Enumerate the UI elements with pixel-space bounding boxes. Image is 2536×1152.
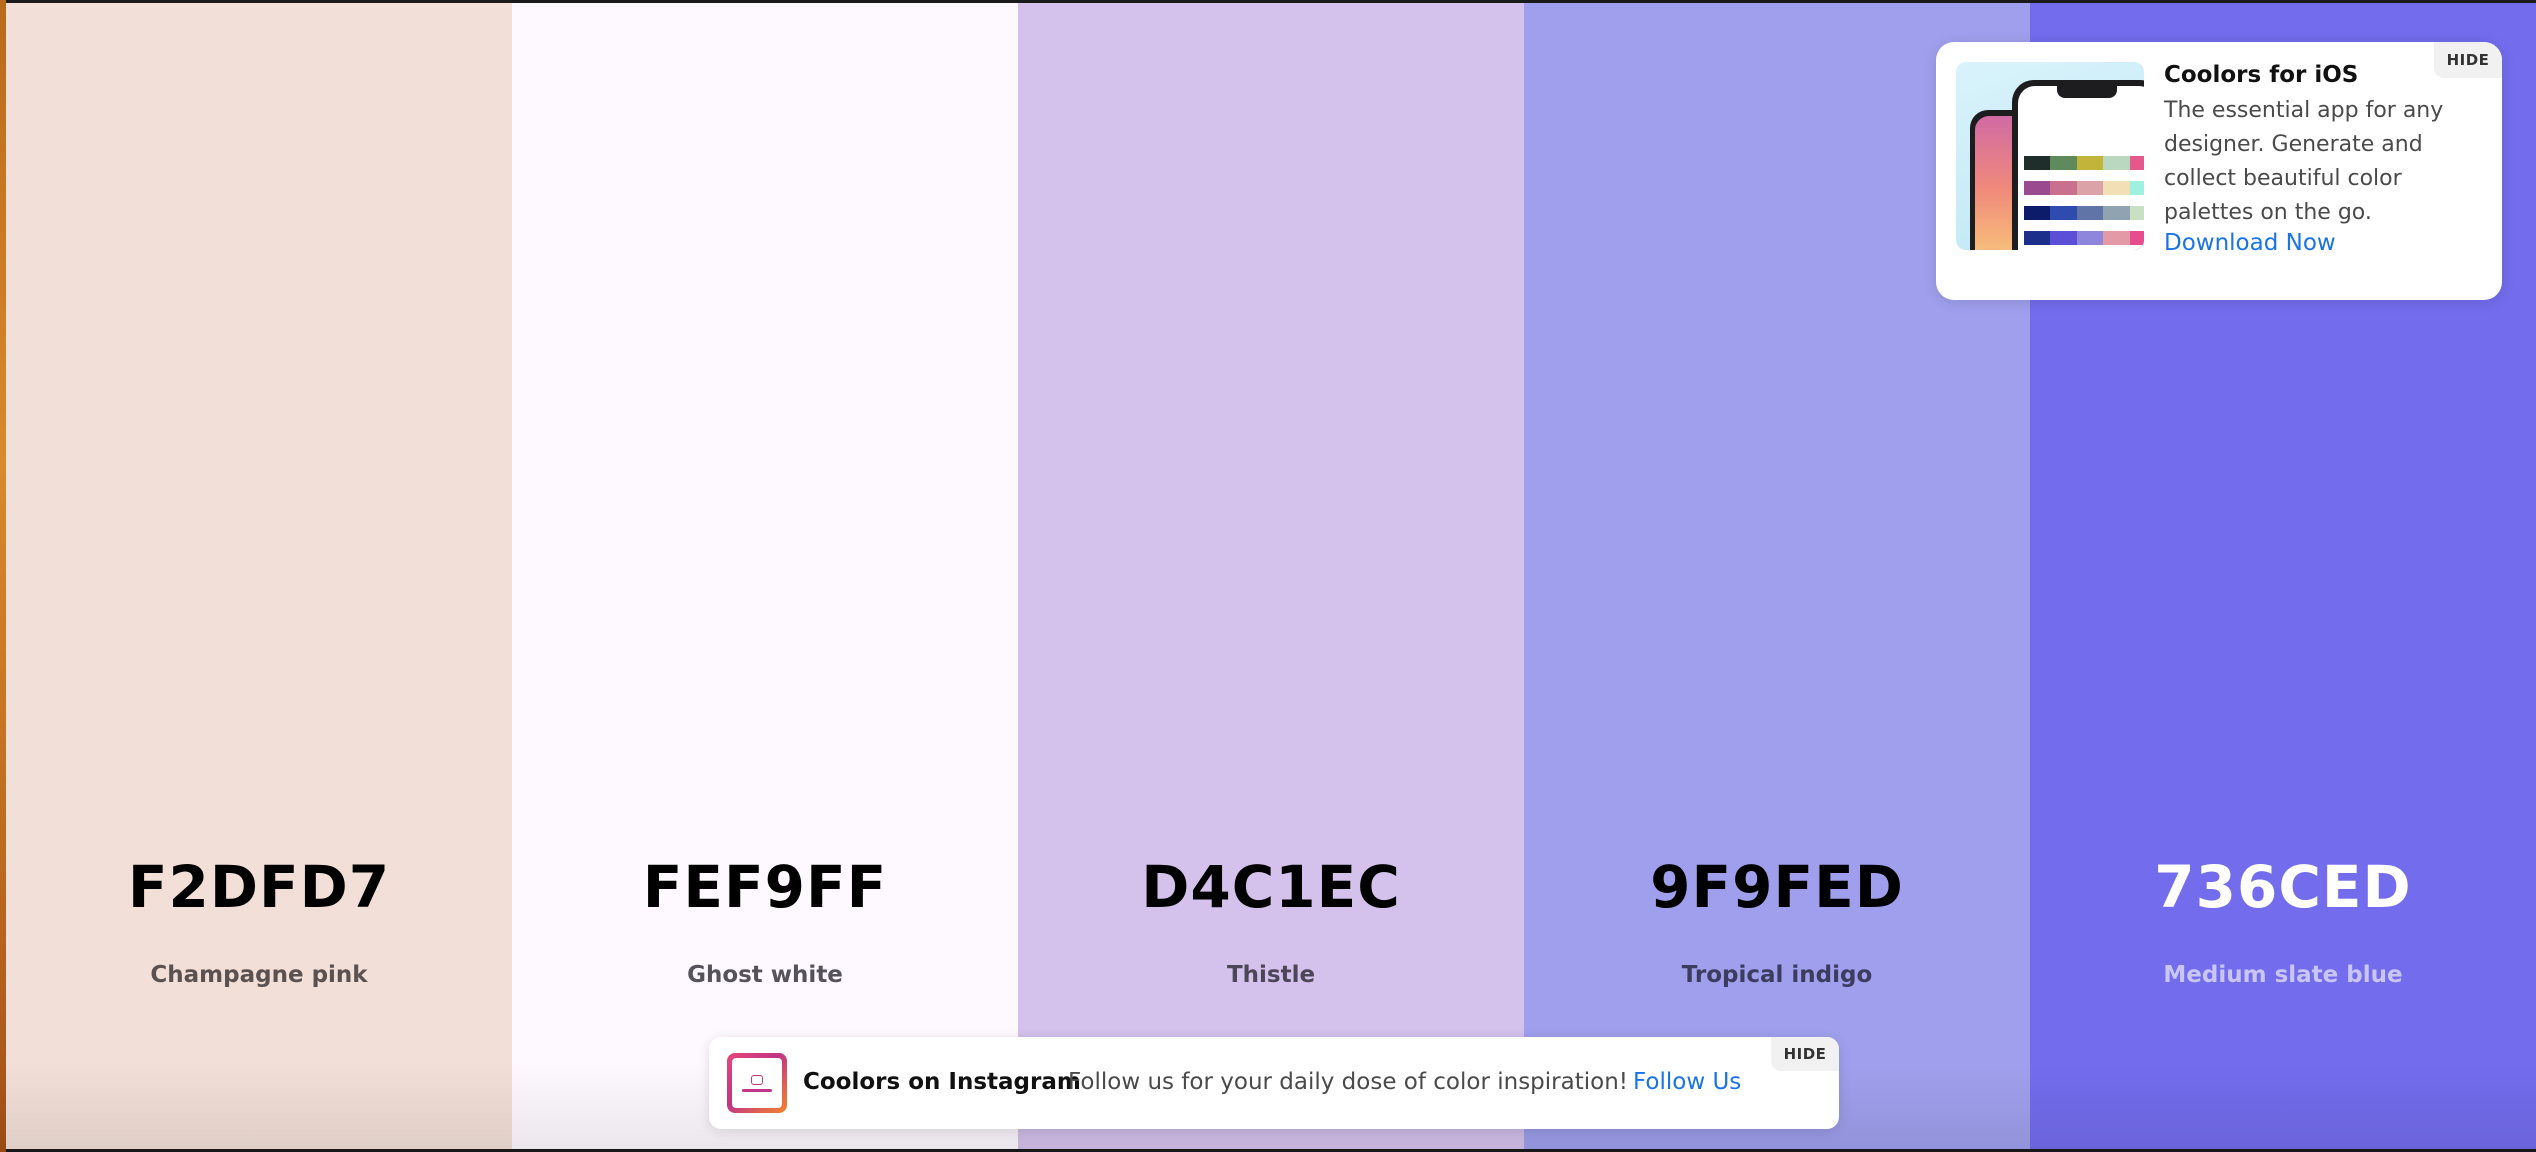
swatch-hex-code[interactable]: 736CED	[2030, 853, 2536, 921]
swatch-color-name: Tropical indigo	[1681, 962, 1873, 988]
swatch-2[interactable]: FEF9FF Ghost white	[512, 3, 1018, 1149]
instagram-promo-text: Follow us for your daily dose of color i…	[1068, 1069, 1628, 1095]
swatch-hex-code[interactable]: 9F9FED	[1524, 853, 2030, 921]
ios-app-preview-image[interactable]	[1956, 62, 2144, 250]
ios-app-promo-card: Coolors for iOS The essential app for an…	[1936, 42, 2502, 300]
download-now-link[interactable]: Download Now	[2164, 230, 2336, 256]
instagram-logo-icon[interactable]	[727, 1053, 787, 1113]
swatch-color-name: Thistle	[1226, 962, 1316, 988]
swatch-hex-code[interactable]: D4C1EC	[1018, 853, 1524, 921]
instagram-promo-title: Coolors on Instagram	[803, 1069, 1081, 1095]
hide-instagram-promo-button[interactable]: HIDE	[1771, 1037, 1839, 1071]
coolors-palette-screen: F2DFD7 Champagne pink FEF9FF Ghost white…	[0, 0, 2536, 1152]
swatch-3[interactable]: D4C1EC Thistle	[1018, 3, 1524, 1149]
swatch-color-name: Ghost white	[687, 962, 843, 988]
ios-promo-title: Coolors for iOS	[2164, 62, 2359, 88]
instagram-promo-bar: Coolors on Instagram Follow us for your …	[709, 1037, 1839, 1129]
swatch-color-name: Medium slate blue	[2163, 962, 2403, 988]
swatch-1[interactable]: F2DFD7 Champagne pink	[6, 3, 512, 1149]
phone-mockup-front	[2012, 80, 2144, 250]
swatch-hex-code[interactable]: F2DFD7	[6, 853, 512, 921]
ios-promo-description: The essential app for any designer. Gene…	[2164, 98, 2444, 225]
swatch-color-name: Champagne pink	[150, 962, 368, 988]
hide-ios-promo-button[interactable]: HIDE	[2434, 42, 2502, 78]
swatch-hex-code[interactable]: FEF9FF	[512, 853, 1018, 921]
follow-us-link[interactable]: Follow Us	[1633, 1069, 1741, 1095]
